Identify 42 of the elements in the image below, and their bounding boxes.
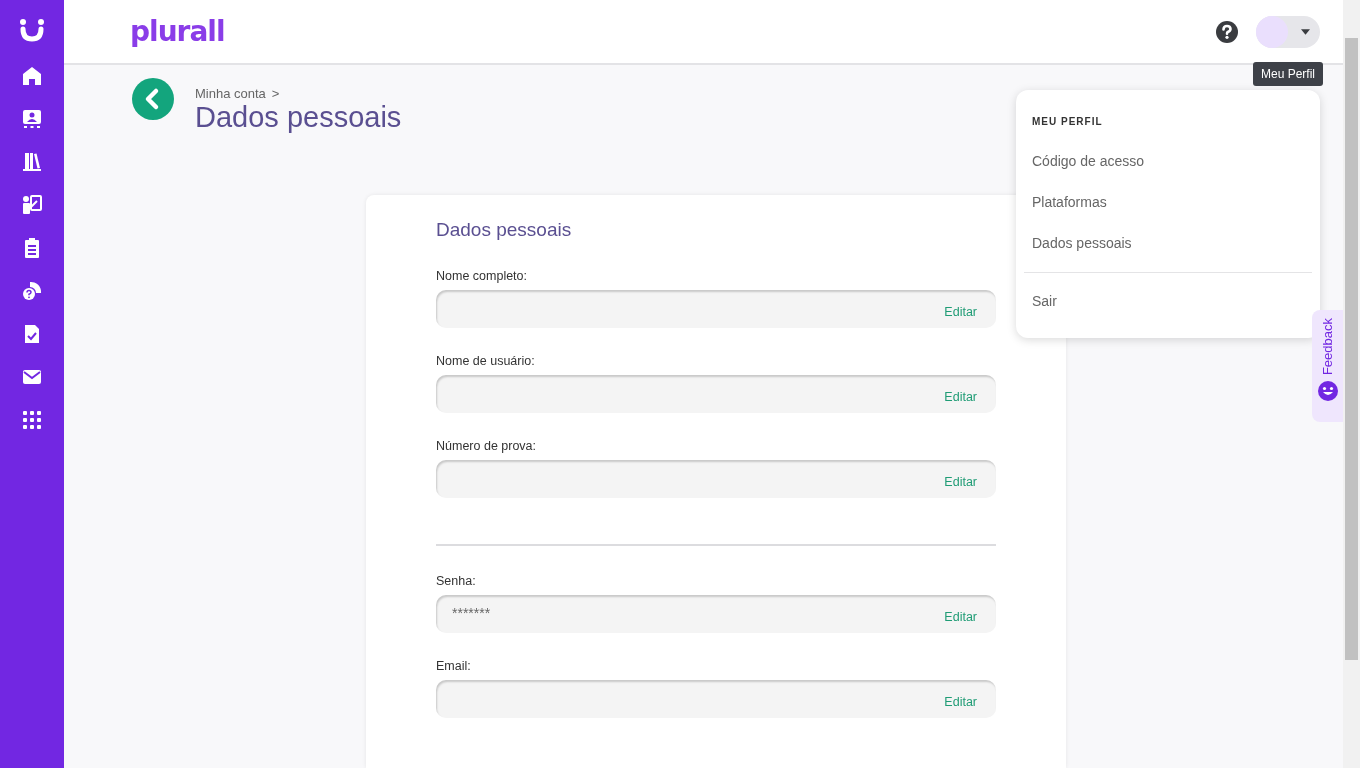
apps-grid-icon[interactable] xyxy=(22,410,42,430)
field-label: Senha: xyxy=(436,574,477,588)
field-label: Nome de usuário: xyxy=(436,354,536,368)
field-label: Email: xyxy=(436,659,472,673)
envelope-icon[interactable] xyxy=(22,367,42,387)
person-board-icon[interactable] xyxy=(22,195,42,215)
edit-link[interactable]: Editar xyxy=(944,469,977,489)
menu-item[interactable]: Código de acesso xyxy=(1032,153,1312,169)
breadcrumb-link[interactable]: Minha conta xyxy=(195,86,266,101)
caret-icon xyxy=(1301,28,1310,35)
question-bubble-icon[interactable] xyxy=(22,281,42,301)
edit-link[interactable]: Editar xyxy=(944,689,977,709)
menu-item[interactable]: Dados pessoais xyxy=(1032,235,1312,251)
edit-link[interactable]: Editar xyxy=(944,604,977,624)
help-icon[interactable] xyxy=(1216,20,1238,43)
input-field[interactable]: ******* Editar xyxy=(436,595,996,633)
card-title: Dados pessoais xyxy=(436,219,573,241)
field-label: Nome completo: xyxy=(436,269,528,283)
field-label: Número de prova: xyxy=(436,439,538,453)
logo[interactable]: plurall xyxy=(130,15,225,48)
input-field[interactable]: Editar xyxy=(436,680,996,718)
page-title: Dados pessoais xyxy=(195,101,402,133)
tooltip: Meu Perfil xyxy=(1253,62,1324,86)
smile-logo-icon[interactable] xyxy=(19,18,45,42)
breadcrumb-separator: > xyxy=(271,86,280,101)
home-icon[interactable] xyxy=(22,66,42,86)
smiley-icon xyxy=(1317,381,1338,402)
input-field[interactable]: Editar xyxy=(436,460,996,498)
input-field[interactable]: Editar xyxy=(436,375,996,413)
edit-link[interactable]: Editar xyxy=(944,299,977,319)
feedback-tab[interactable]: Feedback xyxy=(1312,310,1343,422)
input-field[interactable]: Editar xyxy=(436,290,996,328)
back-button[interactable] xyxy=(132,78,174,120)
presentation-board-icon[interactable] xyxy=(22,109,42,129)
menu-heading: MEU PERFIL xyxy=(1032,116,1104,127)
avatar-icon xyxy=(1256,15,1288,48)
books-icon[interactable] xyxy=(22,152,42,172)
clipboard-list-icon[interactable] xyxy=(22,238,42,258)
logout-menu-item[interactable]: Sair xyxy=(1032,293,1312,309)
menu-item[interactable]: Plataformas xyxy=(1032,194,1312,210)
edit-link[interactable]: Editar xyxy=(944,384,977,404)
document-check-icon[interactable] xyxy=(22,324,42,344)
